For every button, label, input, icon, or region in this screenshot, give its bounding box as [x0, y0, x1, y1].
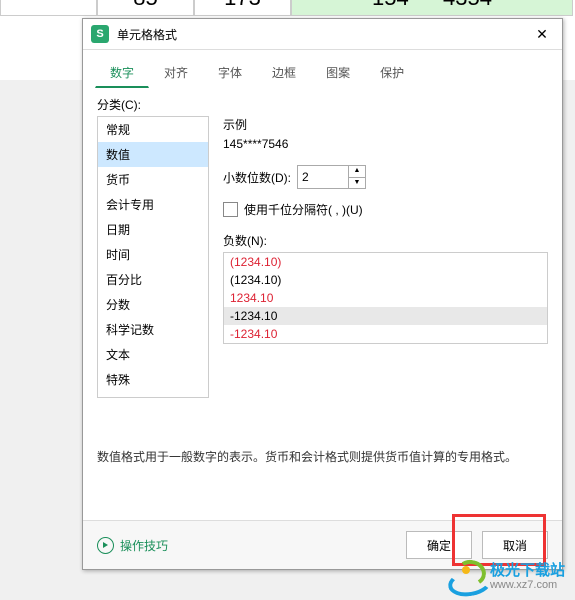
thousands-checkbox[interactable]: [223, 202, 238, 217]
tab-4[interactable]: 图案: [311, 58, 365, 88]
cancel-button[interactable]: 取消: [482, 531, 548, 559]
tab-0[interactable]: 数字: [95, 58, 149, 88]
help-link[interactable]: 操作技巧: [120, 537, 168, 554]
negative-item[interactable]: (1234.10): [224, 253, 547, 271]
tab-2[interactable]: 字体: [203, 58, 257, 88]
tab-5[interactable]: 保护: [365, 58, 419, 88]
negative-item[interactable]: 1234.10: [224, 289, 547, 307]
negative-list[interactable]: (1234.10)(1234.10)1234.10-1234.10-1234.1…: [223, 252, 548, 344]
tabs-bar: 数字对齐字体边框图案保护: [95, 58, 550, 88]
category-item[interactable]: 分数: [98, 292, 208, 317]
category-item[interactable]: 自定义: [98, 392, 208, 398]
brand-name: 极光下载站: [490, 563, 565, 580]
decimal-input[interactable]: [298, 166, 348, 188]
spin-down[interactable]: ▼: [349, 178, 365, 189]
category-item[interactable]: 科学记数: [98, 317, 208, 342]
thousands-label: 使用千位分隔符( , )(U): [244, 201, 363, 218]
category-item[interactable]: 百分比: [98, 267, 208, 292]
format-description: 数值格式用于一般数字的表示。货币和会计格式则提供货币值计算的专用格式。: [97, 448, 548, 465]
cell-format-dialog: 单元格格式 ✕ 数字对齐字体边框图案保护 分类(C): 常规数值货币会计专用日期…: [82, 18, 563, 570]
category-list[interactable]: 常规数值货币会计专用日期时间百分比分数科学记数文本特殊自定义: [97, 116, 209, 398]
category-item[interactable]: 货币: [98, 167, 208, 192]
cell: 154****4354: [291, 0, 573, 16]
tab-1[interactable]: 对齐: [149, 58, 203, 88]
category-label: 分类(C):: [97, 96, 548, 113]
decimal-spinbox[interactable]: ▲ ▼: [297, 165, 366, 189]
negative-label: 负数(N):: [223, 232, 548, 249]
example-value: 145****7546: [223, 137, 548, 151]
decimal-label: 小数位数(D):: [223, 169, 291, 186]
negative-item[interactable]: -1234.10: [224, 325, 547, 343]
cell: 85: [97, 0, 194, 16]
help-icon[interactable]: [97, 537, 114, 554]
category-item[interactable]: 数值: [98, 142, 208, 167]
negative-item[interactable]: -1234.10: [224, 307, 547, 325]
example-label: 示例: [223, 116, 548, 133]
category-item[interactable]: 时间: [98, 242, 208, 267]
category-item[interactable]: 文本: [98, 342, 208, 367]
brand-url: www.xz7.com: [490, 579, 565, 591]
category-item[interactable]: 常规: [98, 117, 208, 142]
cell: [0, 0, 97, 16]
cell: 173: [194, 0, 291, 16]
app-icon: [91, 25, 109, 43]
ok-button[interactable]: 确定: [406, 531, 472, 559]
category-item[interactable]: 日期: [98, 217, 208, 242]
dialog-title: 单元格格式: [117, 26, 522, 43]
category-item[interactable]: 会计专用: [98, 192, 208, 217]
tab-3[interactable]: 边框: [257, 58, 311, 88]
close-button[interactable]: ✕: [522, 26, 562, 43]
titlebar: 单元格格式 ✕: [83, 19, 562, 50]
category-item[interactable]: 特殊: [98, 367, 208, 392]
negative-item[interactable]: (1234.10): [224, 271, 547, 289]
spin-up[interactable]: ▲: [349, 166, 365, 178]
brand-logo: 极光下载站 www.xz7.com: [448, 558, 565, 596]
